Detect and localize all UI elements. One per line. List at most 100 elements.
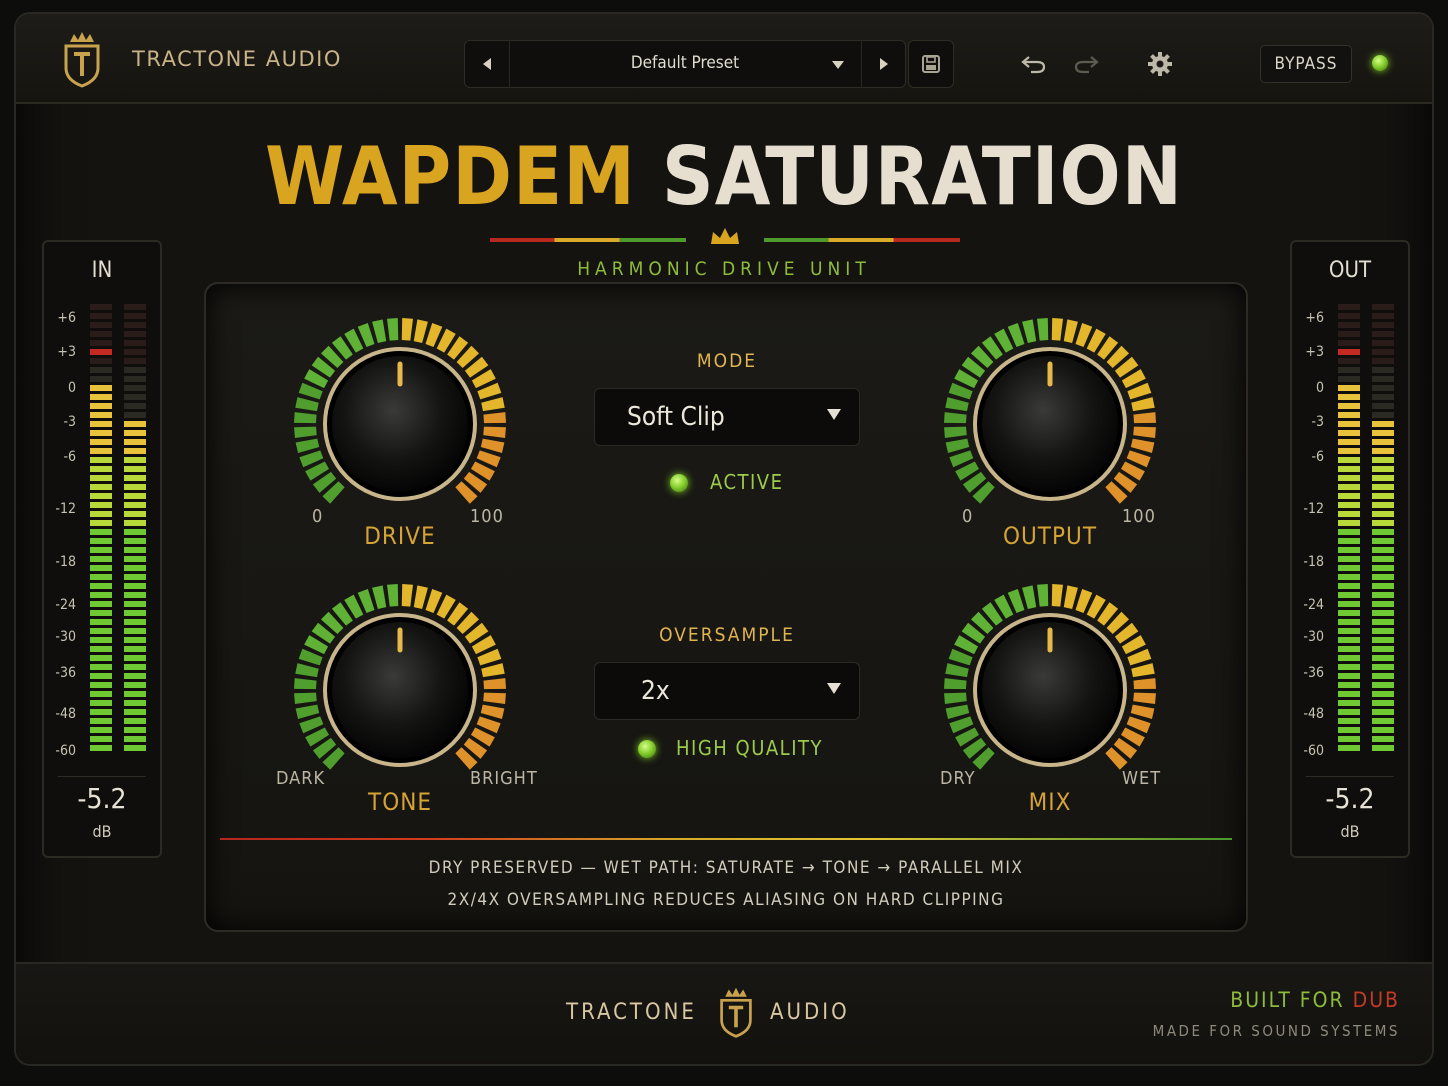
knob-arc-segment <box>480 438 505 453</box>
meter-segment <box>90 745 112 751</box>
meter-segment <box>1372 691 1394 697</box>
mode-select[interactable]: Soft Clip <box>594 388 860 446</box>
meter-segment <box>1338 421 1360 427</box>
save-preset-button[interactable] <box>908 40 954 88</box>
footer-brand-right: AUDIO <box>770 1000 850 1025</box>
output-label: OUTPUT <box>1003 522 1097 550</box>
meter-segment <box>1372 547 1394 553</box>
prev-preset-button[interactable] <box>465 41 510 87</box>
meter-tick-label: 0 <box>67 380 76 396</box>
knob-arc-segment <box>481 663 505 678</box>
knob-arc-segment <box>401 584 413 607</box>
meter-segment <box>1372 682 1394 688</box>
meter-segment <box>124 502 146 508</box>
knob-arc-segment <box>944 412 967 424</box>
arrow-left-icon <box>483 58 491 70</box>
meter-segment <box>90 727 112 733</box>
tone-max-label: BRIGHT <box>470 768 538 789</box>
footer: TRACTONE AUDIO BUILT FOR DUB MADE FOR SO… <box>16 962 1432 1064</box>
high-quality-label: HIGH QUALITY <box>676 736 823 760</box>
meter-segment <box>90 709 112 715</box>
meter-segment <box>1338 304 1360 310</box>
meter-segment <box>124 565 146 571</box>
knob-arc-segment <box>1063 319 1078 343</box>
meter-segment <box>124 466 146 472</box>
footer-tagline: BUILT FOR DUB <box>1230 988 1400 1012</box>
meter-tick-label: -60 <box>55 743 76 759</box>
meter-segment <box>90 376 112 382</box>
knob-arc-segment <box>387 318 399 341</box>
bypass-button[interactable]: BYPASS <box>1260 45 1352 83</box>
panel-divider <box>220 838 1232 840</box>
footer-subtagline: MADE FOR SOUND SYSTEMS <box>1152 1022 1400 1040</box>
top-bar: TRACTONE AUDIO Default Preset BYPASS <box>16 14 1432 104</box>
knob-arc-segment <box>1037 318 1049 341</box>
chevron-down-icon[interactable] <box>831 59 845 71</box>
meter-segment <box>1372 376 1394 382</box>
meter-segment <box>90 421 112 427</box>
knob-arc-segment <box>1133 692 1156 705</box>
knob-arc-segment <box>1133 412 1156 424</box>
meter-segment <box>124 556 146 562</box>
knob-arc-segment <box>1133 678 1156 690</box>
gear-icon <box>1148 52 1172 76</box>
preset-name[interactable]: Default Preset <box>515 53 855 73</box>
meter-segment <box>90 322 112 328</box>
meter-segment <box>124 493 146 499</box>
meter-tick-label: +6 <box>57 310 76 326</box>
oversample-value: 2x <box>641 676 670 706</box>
meter-segment <box>1338 574 1360 580</box>
meter-tick-label: -6 <box>1311 449 1324 465</box>
meter-segment <box>1338 466 1360 472</box>
meter-segment <box>90 538 112 544</box>
redo-icon <box>1074 56 1099 74</box>
meter-segment <box>1372 700 1394 706</box>
mode-active-led[interactable] <box>670 474 688 492</box>
meter-segment <box>1338 340 1360 346</box>
meter-segment <box>90 439 112 445</box>
meter-segment <box>1338 538 1360 544</box>
meter-segment <box>1372 565 1394 571</box>
output-meter-bars <box>1338 304 1394 751</box>
meter-segment <box>124 304 146 310</box>
meter-segment <box>90 394 112 400</box>
footer-tag-part1: BUILT FOR <box>1230 988 1345 1012</box>
meter-segment <box>124 520 146 526</box>
knob-arc-segment <box>294 692 317 705</box>
meter-segment <box>124 637 146 643</box>
knob-arc-segment <box>387 584 399 607</box>
meter-segment <box>1372 367 1394 373</box>
meter-segment <box>90 700 112 706</box>
undo-button[interactable] <box>1014 44 1054 84</box>
knob-arc-segment <box>295 663 319 678</box>
meter-segment <box>124 430 146 436</box>
title-divider-left <box>490 238 686 242</box>
settings-button[interactable] <box>1140 44 1180 84</box>
meter-segment <box>124 583 146 589</box>
meter-segment <box>90 682 112 688</box>
meter-segment <box>1372 439 1394 445</box>
meter-segment <box>90 655 112 661</box>
meter-tick-label: -24 <box>1303 597 1324 613</box>
plugin-window: TRACTONE AUDIO Default Preset BYPASS WAP… <box>16 14 1432 1064</box>
meter-segment <box>1338 709 1360 715</box>
redo-button[interactable] <box>1066 44 1106 84</box>
next-preset-button[interactable] <box>861 41 906 87</box>
mix-max-label: WET <box>1122 768 1162 789</box>
meter-segment <box>124 664 146 670</box>
meter-segment <box>90 520 112 526</box>
knob-arc-segment <box>1037 584 1049 607</box>
meter-segment <box>1372 349 1394 355</box>
knob-arc-segment <box>483 692 506 705</box>
output-meter: OUT +6 +3 0 -3 -6 -12 -18 -24 -30 -36 -48 -60 -5.2 … <box>1290 240 1410 858</box>
oversample-select[interactable]: 2x <box>594 662 860 720</box>
meter-segment <box>1372 610 1394 616</box>
meter-segment <box>1372 583 1394 589</box>
meter-segment <box>1338 322 1360 328</box>
high-quality-led[interactable] <box>638 740 656 758</box>
meter-segment <box>90 565 112 571</box>
knob-arc-segment <box>1063 585 1078 609</box>
knob-arc-segment <box>480 704 505 719</box>
meter-segment <box>90 610 112 616</box>
meter-segment <box>124 439 146 445</box>
